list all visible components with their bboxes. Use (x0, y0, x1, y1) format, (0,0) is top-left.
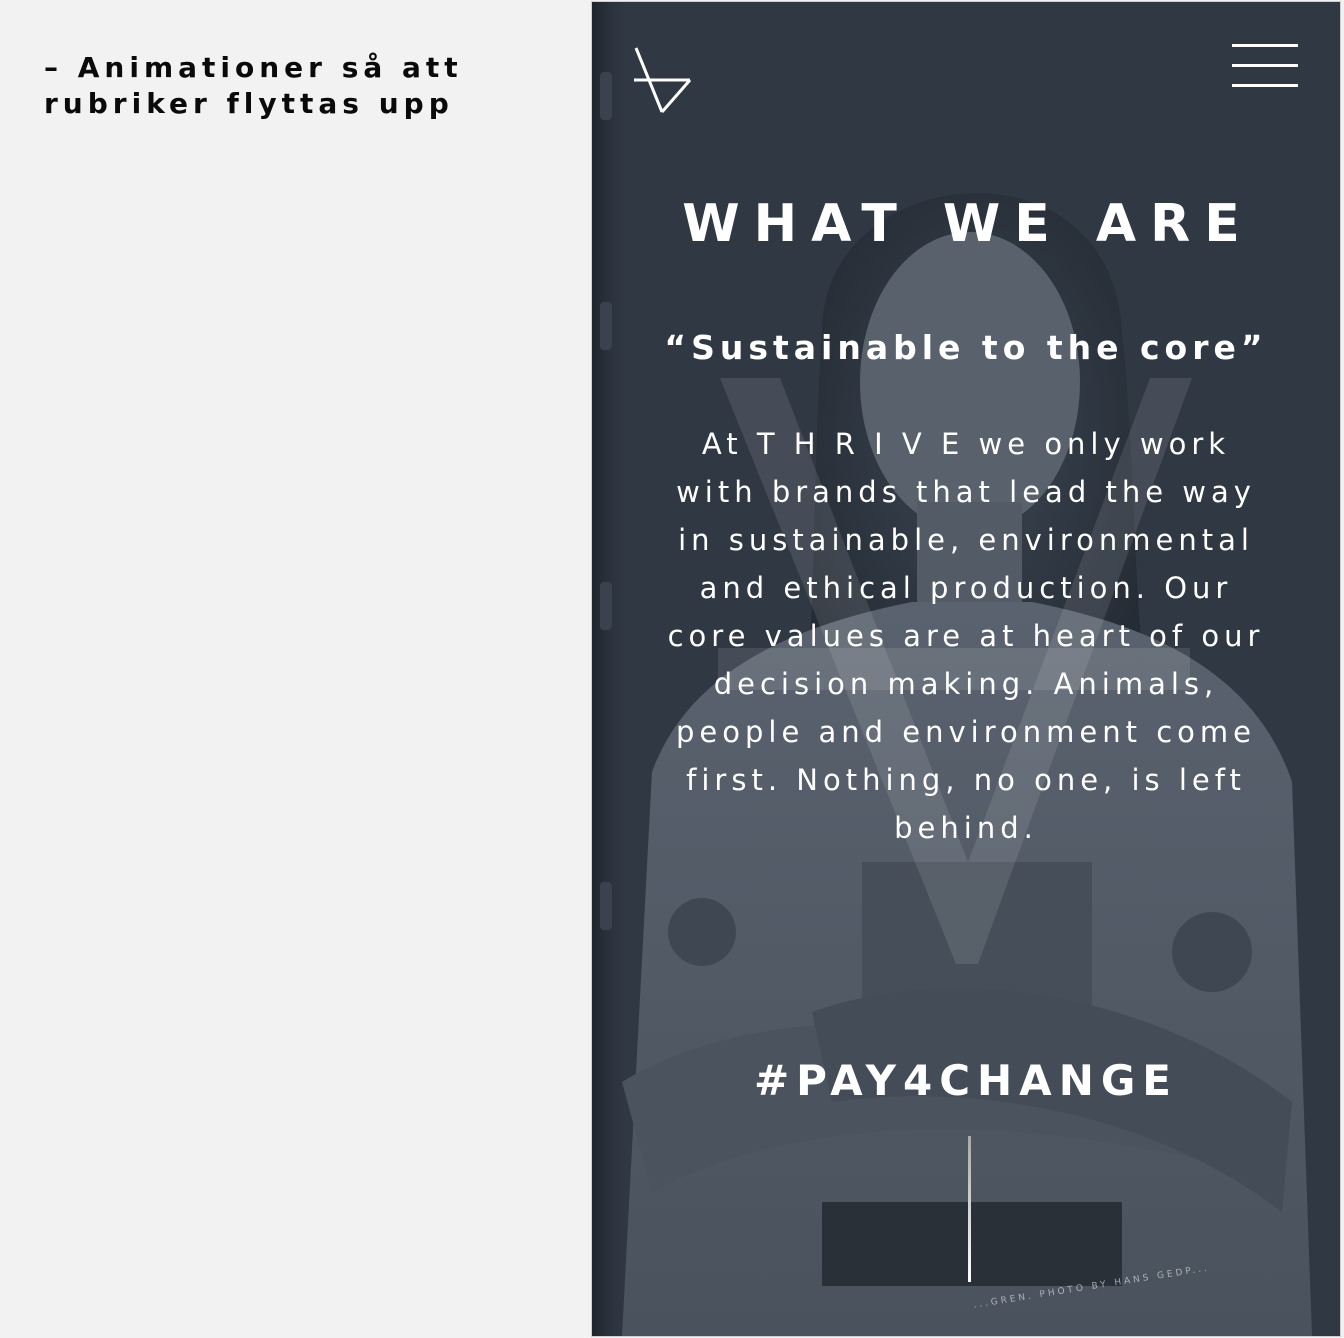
thrive-logo-icon[interactable] (632, 44, 692, 116)
page-subtitle: “Sustainable to the core” (664, 328, 1268, 367)
hamburger-menu-button[interactable] (1232, 44, 1298, 88)
intro-paragraph: At T H R I V E we only work with brands … (667, 427, 1265, 845)
hamburger-menu-bar (1232, 64, 1298, 67)
hamburger-menu-icon (1232, 44, 1298, 47)
annotation-text: – Animationer så att rubriker flyttas up… (44, 51, 463, 120)
mobile-screen: ...GREN. PHOTO BY HANS GEDP... WHAT WE A… (592, 2, 1340, 1336)
scroll-indicator-line (968, 1136, 971, 1282)
hamburger-menu-bar (1232, 84, 1298, 87)
hashtag-heading[interactable]: #PAY4CHANGE (592, 1056, 1340, 1105)
page-title: WHAT WE ARE (682, 194, 1254, 254)
